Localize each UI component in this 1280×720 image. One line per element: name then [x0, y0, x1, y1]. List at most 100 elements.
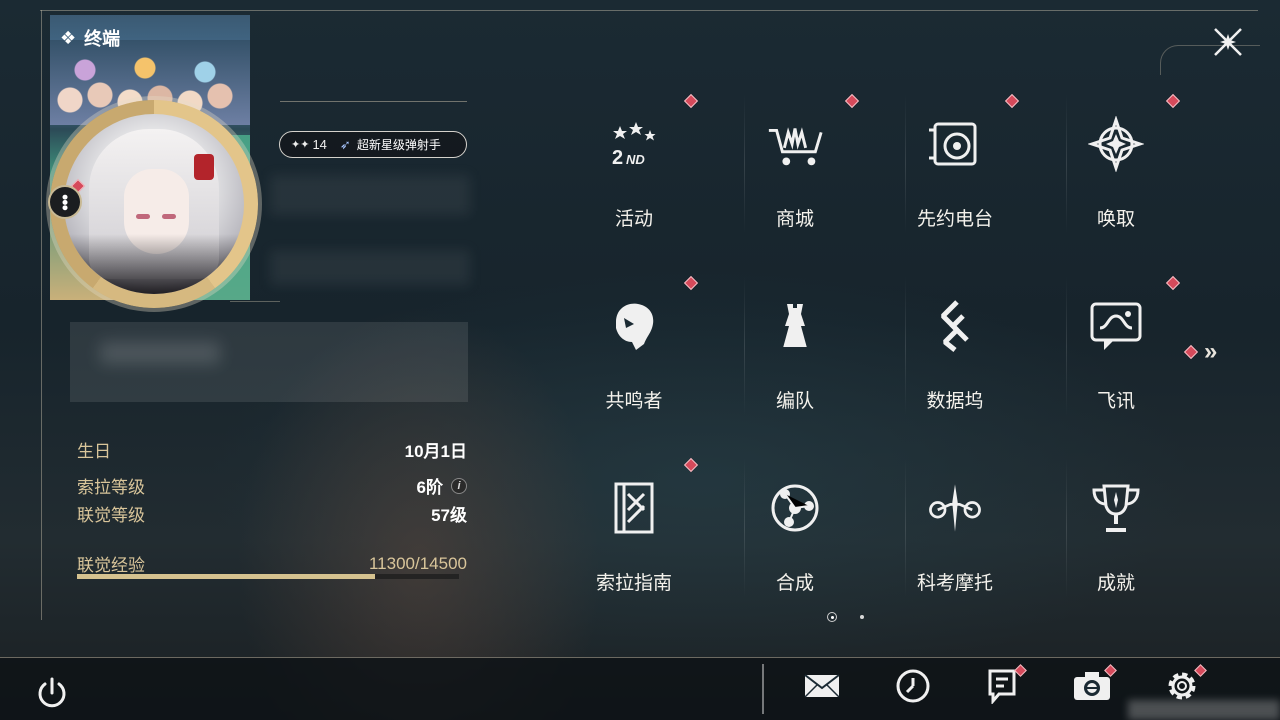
avatar-eye — [162, 214, 176, 219]
menu-item[interactable]: 唤取 — [1036, 93, 1196, 276]
message-chat-icon — [1086, 296, 1146, 356]
menu-item[interactable]: 飞讯 — [1036, 275, 1196, 458]
rank-title: 超新星级弹射手 — [356, 138, 441, 152]
menu-item-label: 活动 — [614, 209, 653, 230]
gacha-compass-icon — [1086, 114, 1146, 174]
clock-button[interactable] — [893, 668, 933, 708]
badge-diamond — [683, 457, 699, 473]
menu-item[interactable]: 科考摩托 — [875, 460, 1035, 640]
info-row-sola-level: 索拉等级 6阶 i — [77, 473, 467, 498]
rank-level-value: 14 — [312, 137, 327, 152]
redacted-uid — [1128, 700, 1280, 720]
menu-separator — [744, 276, 745, 416]
menu-item-label: 先约电台 — [916, 209, 993, 230]
trophy-icon — [1086, 478, 1146, 538]
menu-item-label: 成就 — [1096, 573, 1135, 594]
double-chevron-right-icon: » — [1204, 338, 1218, 365]
info-row-union-exp: 联觉经验 11300/14500 — [77, 551, 467, 576]
banner-title: ❖ 终端 — [60, 25, 120, 51]
mail-button[interactable] — [802, 668, 842, 708]
menu-item-label: 商城 — [775, 209, 814, 230]
badge-diamond — [1165, 93, 1181, 109]
banner-title-text: 终端 — [84, 29, 121, 49]
synthesis-icon — [765, 478, 825, 538]
info-value: 10月1日 — [404, 442, 467, 461]
info-value: 6阶 — [416, 478, 443, 497]
next-page-button[interactable]: » — [1183, 338, 1218, 366]
menu-item[interactable]: 数据坞 — [875, 278, 1035, 458]
menu-separator — [744, 94, 745, 234]
info-row-union-level: 联觉等级 57级 — [77, 501, 467, 526]
info-label: 索拉等级 — [77, 478, 145, 497]
menu-item[interactable]: 索拉指南 — [554, 457, 714, 640]
avatar-bow — [194, 154, 214, 180]
info-value-wrap: 6阶 i — [417, 473, 467, 498]
motorcycle-icon — [925, 478, 985, 538]
menu-item[interactable]: 编队 — [715, 278, 875, 458]
exp-bar-fill — [77, 574, 375, 579]
rocket-icon: ➶ — [339, 136, 351, 152]
notice-icon — [987, 668, 1017, 709]
menu-item-label: 唤取 — [1096, 209, 1135, 230]
power-icon — [38, 677, 66, 708]
more-dots-icon: ••• — [55, 194, 75, 210]
badge-diamond — [1004, 93, 1020, 109]
info-row-birthday: 生日 10月1日 — [77, 437, 467, 462]
rank-level: ✦✦ 14 — [284, 135, 334, 154]
menu-separator — [1066, 276, 1067, 416]
exp-value: 11300/14500 — [368, 553, 467, 573]
divider — [230, 301, 280, 302]
mail-icon — [803, 671, 841, 706]
menu-item-label: 索拉指南 — [595, 573, 672, 594]
menu-item[interactable]: 成就 — [1036, 460, 1196, 640]
resonator-head-icon — [604, 296, 664, 356]
menu-item[interactable]: 共鸣者 — [554, 275, 714, 458]
menu-item[interactable]: 2 ND 活动 — [554, 93, 714, 276]
menu-separator — [905, 94, 906, 234]
menu-separator — [905, 276, 906, 416]
notice-button[interactable] — [982, 664, 1027, 709]
redacted-id — [270, 250, 470, 285]
redacted-name — [270, 175, 470, 215]
terminal-icon: ❖ — [60, 27, 77, 48]
frame-left-line — [41, 10, 42, 620]
info-value: 57级 — [431, 506, 467, 525]
info-label: 生日 — [77, 442, 111, 461]
avatar[interactable] — [64, 114, 244, 294]
menu-item-label: 编队 — [775, 391, 814, 412]
badge-diamond — [1183, 344, 1199, 360]
avatar-shadow — [64, 234, 244, 294]
profile-more-button[interactable]: ••• — [48, 185, 82, 219]
data-bank-icon — [925, 296, 985, 356]
close-button[interactable] — [1210, 24, 1246, 60]
menu-separator — [744, 458, 745, 598]
guidebook-icon — [604, 478, 664, 538]
menu-separator — [905, 458, 906, 598]
power-button[interactable] — [33, 674, 71, 712]
menu-separator — [1066, 94, 1067, 234]
radio-icon — [925, 114, 985, 174]
info-label: 联觉经验 — [77, 556, 145, 575]
page-dot-active[interactable] — [827, 612, 837, 622]
page-dot[interactable] — [860, 615, 864, 619]
info-icon[interactable]: i — [451, 477, 467, 494]
camera-button[interactable] — [1072, 664, 1117, 708]
menu-item-label: 飞讯 — [1096, 391, 1135, 412]
camera-icon — [1072, 670, 1112, 707]
events-2nd-icon: 2 ND — [604, 114, 664, 174]
badge-diamond — [1165, 275, 1181, 291]
badge-diamond — [683, 93, 699, 109]
menu-item[interactable]: 先约电台 — [875, 93, 1035, 276]
redacted-smudge — [100, 342, 220, 364]
rank-badge[interactable]: ✦✦ 14 ➶ 超新星级弹射手 — [279, 131, 467, 158]
menu-item[interactable]: 商城 — [715, 93, 875, 276]
menu-item-label: 合成 — [775, 573, 814, 594]
svg-text:ND: ND — [626, 152, 645, 167]
clock-icon — [895, 668, 931, 709]
badge-diamond — [844, 93, 860, 109]
badge-diamond — [683, 275, 699, 291]
close-icon — [1214, 28, 1242, 56]
svg-text:2: 2 — [612, 147, 623, 169]
redacted-signature — [70, 322, 468, 402]
menu-item[interactable]: 合成 — [715, 460, 875, 640]
